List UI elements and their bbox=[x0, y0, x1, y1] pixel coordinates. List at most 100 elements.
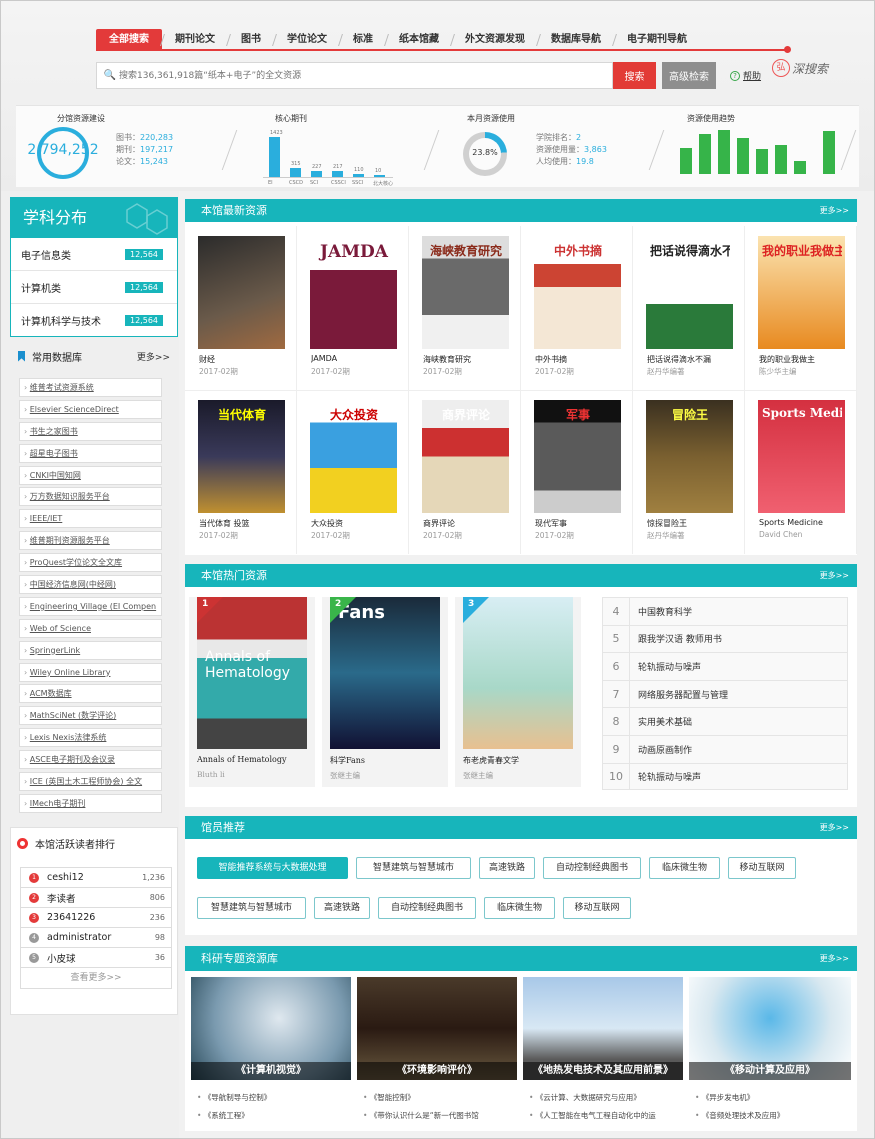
hot-book-cover[interactable]: Fans 2 bbox=[330, 597, 440, 749]
deep-search-logo[interactable]: 弘深搜索 bbox=[772, 59, 828, 77]
database-link[interactable]: Engineering Village (EI Compen bbox=[19, 596, 162, 616]
reader-row[interactable]: 2 李读者 806 bbox=[20, 887, 172, 907]
book-item[interactable]: 把话说得滴水不漏把话说得滴水不漏赵丹华编著 bbox=[633, 226, 745, 390]
tab-4[interactable]: 标准 bbox=[340, 29, 386, 50]
tab-7[interactable]: 数据库导航 bbox=[538, 29, 614, 50]
reader-row[interactable]: 4 administrator 98 bbox=[20, 927, 172, 947]
book-cover[interactable]: Sports Medicine bbox=[758, 400, 845, 513]
database-link[interactable]: IEEE/IET bbox=[19, 509, 162, 529]
database-link[interactable]: CNKI中国知网 bbox=[19, 465, 162, 485]
topic-link[interactable]: 《导航制导与控制》 bbox=[197, 1092, 272, 1103]
topic-link[interactable]: 《系统工程》 bbox=[197, 1110, 249, 1121]
database-link[interactable]: 书生之家图书 bbox=[19, 421, 162, 441]
subject-item[interactable]: 计算机科学与技术 12,564 bbox=[11, 304, 177, 337]
readers-more-link[interactable]: 查看更多>> bbox=[20, 967, 172, 989]
database-link[interactable]: 维普考试资源系统 bbox=[19, 378, 162, 397]
book-cover[interactable]: 当代体育 bbox=[198, 400, 285, 513]
topic-link[interactable]: 《带你认识什么是“新一代图书馆 bbox=[363, 1110, 479, 1121]
topic-link[interactable]: 《人工智能在电气工程自动化中的运 bbox=[529, 1110, 656, 1121]
hot-book-cover[interactable]: 3 bbox=[463, 597, 573, 749]
subject-item[interactable]: 电子信息类 12,564 bbox=[11, 238, 177, 271]
book-item[interactable]: 商界评论 商界评论 2017-02期 bbox=[409, 390, 521, 554]
topic-link[interactable]: 《云计算、大数据研究与应用》 bbox=[529, 1092, 641, 1103]
search-button[interactable]: 搜索 bbox=[613, 62, 656, 89]
database-link[interactable]: SpringerLink bbox=[19, 640, 162, 660]
help-link[interactable]: ? 帮助 bbox=[730, 69, 761, 82]
database-link[interactable]: 中国经济信息网(中经网) bbox=[19, 575, 162, 595]
tab-2[interactable]: 图书 bbox=[228, 29, 274, 50]
book-cover[interactable] bbox=[198, 236, 285, 349]
book-cover[interactable]: 海峡教育研究 bbox=[422, 236, 509, 349]
database-link[interactable]: 维普期刊资源服务平台 bbox=[19, 531, 162, 551]
topic-link[interactable]: 《异步发电机》 bbox=[695, 1092, 755, 1103]
hot-ranking-row[interactable]: 8 实用美术基础 bbox=[602, 707, 848, 735]
book-cover[interactable]: 我的职业我做主 bbox=[758, 236, 845, 349]
database-link[interactable]: 万方数据知识服务平台 bbox=[19, 487, 162, 507]
book-cover[interactable]: 大众投资 bbox=[310, 400, 397, 513]
reader-row[interactable]: 1 ceshi12 1,236 bbox=[20, 867, 172, 887]
recommend-tag[interactable]: 高速铁路 bbox=[479, 857, 535, 879]
topics-more-link[interactable]: 更多>> bbox=[820, 946, 849, 971]
book-cover[interactable]: 军事 bbox=[534, 400, 621, 513]
book-cover[interactable]: JAMDA bbox=[310, 236, 397, 349]
recommend-tag[interactable]: 自动控制经典图书 bbox=[543, 857, 641, 879]
database-link[interactable]: ProQuest学位论文全文库 bbox=[19, 553, 162, 573]
database-link[interactable]: Wiley Online Library bbox=[19, 662, 162, 682]
book-item[interactable]: 财经 2017-02期 bbox=[185, 226, 297, 390]
recommend-tag[interactable]: 自动控制经典图书 bbox=[378, 897, 476, 919]
hot-book-cover[interactable]: Annals of Hematology 1 bbox=[197, 597, 307, 749]
topic-card[interactable]: 《移动计算及应用》 bbox=[689, 977, 851, 1080]
book-item[interactable]: Sports Medicine Sports Medicine David Chen bbox=[745, 390, 857, 554]
topic-link[interactable]: 《智能控制》 bbox=[363, 1092, 415, 1103]
recommend-tag[interactable]: 移动互联网 bbox=[728, 857, 796, 879]
book-item[interactable]: 我的职业我做主 我的职业我做主 陈少华主编 bbox=[745, 226, 857, 390]
topic-card[interactable]: 《计算机视觉》 bbox=[191, 977, 351, 1080]
search-input[interactable] bbox=[119, 63, 612, 88]
hot-ranking-row[interactable]: 4 中国教育科学 bbox=[602, 597, 848, 625]
recommend-tag[interactable]: 临床微生物 bbox=[649, 857, 720, 879]
hot-book-item[interactable]: Annals of Hematology 1 Annals of Hematolog… bbox=[189, 597, 315, 787]
database-link[interactable]: Lexis Nexis法律系统 bbox=[19, 728, 162, 748]
hot-book-item[interactable]: 3 布老虎青春文学 张继主编 bbox=[455, 597, 581, 787]
recommend-tag[interactable]: 智慧建筑与智慧城市 bbox=[197, 897, 306, 919]
book-item[interactable]: 冒险王 惊探冒险王 赵丹华编著 bbox=[633, 390, 745, 554]
advanced-search-button[interactable]: 高级检索 bbox=[662, 62, 716, 89]
recommend-tag[interactable]: 智能推荐系统与大数据处理 bbox=[197, 857, 348, 879]
book-cover[interactable]: 把话说得滴水不漏 bbox=[646, 236, 733, 349]
book-cover[interactable]: 商界评论 bbox=[422, 400, 509, 513]
tab-0[interactable]: 全部搜索 bbox=[96, 29, 162, 50]
book-item[interactable]: 当代体育 当代体育 投篮 2017-02期 bbox=[185, 390, 297, 554]
recommend-tag[interactable]: 临床微生物 bbox=[484, 897, 555, 919]
hot-ranking-row[interactable]: 6 轮轨振动与噪声 bbox=[602, 652, 848, 680]
book-cover[interactable]: 中外书摘 bbox=[534, 236, 621, 349]
book-item[interactable]: 中外书摘 中外书摘 2017-02期 bbox=[521, 226, 633, 390]
database-link[interactable]: ACM数据库 bbox=[19, 684, 162, 704]
database-link[interactable]: ASCE电子期刊及会议录 bbox=[19, 750, 162, 770]
topic-card[interactable]: 《地热发电技术及其应用前景》 bbox=[523, 977, 683, 1080]
recommend-tag[interactable]: 移动互联网 bbox=[563, 897, 631, 919]
database-link[interactable]: ICE (英国土木工程师协会) 全文 bbox=[19, 772, 162, 792]
book-cover[interactable]: 冒险王 bbox=[646, 400, 733, 513]
recommend-tag[interactable]: 智慧建筑与智慧城市 bbox=[356, 857, 471, 879]
tab-8[interactable]: 电子期刊导航 bbox=[614, 29, 700, 50]
topic-card[interactable]: 《环境影响评价》 bbox=[357, 977, 517, 1080]
tab-3[interactable]: 学位论文 bbox=[274, 29, 340, 50]
tab-1[interactable]: 期刊论文 bbox=[162, 29, 228, 50]
recommend-more-link[interactable]: 更多>> bbox=[820, 816, 849, 839]
database-link[interactable]: MathSciNet (数学评论) bbox=[19, 706, 162, 726]
hot-ranking-row[interactable]: 7 网络服务器配置与管理 bbox=[602, 679, 848, 708]
recommend-tag[interactable]: 高速铁路 bbox=[314, 897, 370, 919]
book-item[interactable]: 军事 现代军事 2017-02期 bbox=[521, 390, 633, 554]
reader-row[interactable]: 3 23641226 236 bbox=[20, 907, 172, 927]
hot-more-link[interactable]: 更多>> bbox=[820, 564, 849, 587]
tab-6[interactable]: 外文资源发现 bbox=[452, 29, 538, 50]
hot-ranking-row[interactable]: 9 动画原画制作 bbox=[602, 734, 848, 763]
latest-more-link[interactable]: 更多>> bbox=[820, 199, 849, 222]
database-more-link[interactable]: 更多>> bbox=[137, 350, 170, 363]
book-item[interactable]: JAMDA JAMDA 2017-02期 bbox=[297, 226, 409, 390]
topic-link[interactable]: 《音频处理技术及应用》 bbox=[695, 1110, 785, 1121]
database-link[interactable]: Elsevier ScienceDirect bbox=[19, 399, 162, 419]
hot-book-item[interactable]: Fans 2 科学Fans 张继主编 bbox=[322, 597, 448, 787]
hot-ranking-row[interactable]: 5 跟我学汉语 教师用书 bbox=[602, 624, 848, 653]
subject-item[interactable]: 计算机类 12,564 bbox=[11, 271, 177, 304]
